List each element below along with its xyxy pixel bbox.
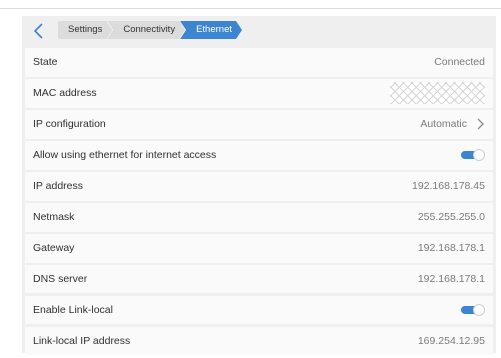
row-label: Netmask bbox=[33, 211, 75, 224]
row-label: Enable Link-local bbox=[33, 304, 113, 317]
row-label: MAC address bbox=[33, 87, 97, 100]
settings-list: State Connected MAC address IP configura… bbox=[25, 48, 493, 358]
row-ip-configuration[interactable]: IP configuration Automatic bbox=[25, 109, 493, 139]
dns-server-value: 192.168.178.1 bbox=[417, 273, 485, 286]
settings-panel: Settings Connectivity Ethernet State Con… bbox=[22, 16, 496, 356]
top-border bbox=[0, 0, 501, 9]
allow-internet-toggle[interactable] bbox=[461, 149, 485, 162]
row-link-local-ip: Link-local IP address 169.254.12.95 bbox=[25, 326, 493, 356]
row-ip-address: IP address 192.168.178.45 bbox=[25, 171, 493, 201]
row-mac-address: MAC address bbox=[25, 78, 493, 108]
row-allow-internet: Allow using ethernet for internet access bbox=[25, 140, 493, 170]
chevron-left-icon bbox=[33, 23, 43, 39]
ip-configuration-value: Automatic bbox=[420, 118, 467, 131]
row-gateway: Gateway 192.168.178.1 bbox=[25, 233, 493, 263]
row-label: IP configuration bbox=[33, 118, 106, 131]
gateway-value: 192.168.178.1 bbox=[417, 242, 485, 255]
row-label: IP address bbox=[33, 180, 84, 193]
netmask-value: 255.255.255.0 bbox=[417, 211, 485, 224]
state-value: Connected bbox=[434, 56, 485, 69]
row-label: DNS server bbox=[33, 273, 88, 286]
breadcrumb: Settings Connectivity Ethernet bbox=[58, 21, 237, 39]
row-label: State bbox=[33, 56, 58, 69]
breadcrumb-settings[interactable]: Settings bbox=[58, 21, 112, 39]
nav-bar: Settings Connectivity Ethernet bbox=[22, 16, 496, 45]
row-dns-server: DNS server 192.168.178.1 bbox=[25, 264, 493, 294]
row-netmask: Netmask 255.255.255.0 bbox=[25, 202, 493, 232]
row-label: Gateway bbox=[33, 242, 75, 255]
row-label: Link-local IP address bbox=[33, 335, 131, 348]
chevron-right-icon bbox=[477, 118, 484, 130]
row-enable-link-local: Enable Link-local bbox=[25, 295, 493, 325]
link-local-ip-value: 169.254.12.95 bbox=[417, 335, 485, 348]
breadcrumb-connectivity[interactable]: Connectivity bbox=[107, 21, 185, 39]
ip-address-value: 192.168.178.45 bbox=[412, 180, 485, 193]
link-local-toggle[interactable] bbox=[461, 304, 485, 317]
breadcrumb-ethernet[interactable]: Ethernet bbox=[180, 21, 242, 39]
mac-address-obscured bbox=[390, 82, 485, 105]
back-button[interactable] bbox=[28, 20, 50, 42]
row-state: State Connected bbox=[25, 48, 493, 77]
row-label: Allow using ethernet for internet access bbox=[33, 149, 217, 162]
